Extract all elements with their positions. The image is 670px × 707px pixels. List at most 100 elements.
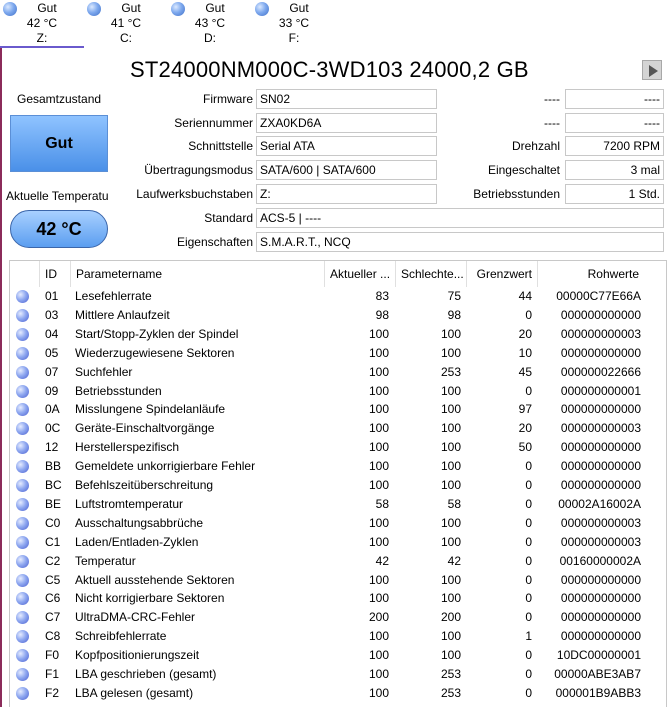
column-header-threshold[interactable]: Grenzwert: [467, 261, 538, 287]
table-row[interactable]: C5 Aktuell ausstehende Sektoren 100 100 0 000…: [10, 571, 666, 590]
drive-tab-0[interactable]: Gut 42 °C Z:: [0, 0, 84, 48]
attribute-status-icon: [16, 403, 29, 417]
placeholder-field-1[interactable]: ----: [565, 89, 664, 109]
attribute-status-icon: [16, 327, 29, 341]
attribute-worst: 100: [440, 421, 461, 436]
attribute-threshold: 97: [518, 402, 532, 417]
table-row[interactable]: C1 Laden/Entladen-Zyklen 100 100 0 0000000000…: [10, 533, 666, 552]
standard-field[interactable]: ACS-5 | ----: [256, 208, 664, 228]
attribute-current: 100: [368, 648, 389, 663]
attribute-name: Geräte-Einschaltvorgänge: [75, 421, 215, 436]
attribute-raw: 000000000003: [560, 515, 641, 530]
table-row[interactable]: 09 Betriebsstunden 100 100 0 000000000001: [10, 382, 666, 401]
power-on-hours-field[interactable]: 1 Std.: [565, 184, 664, 204]
attribute-name: Schreibfehlerrate: [75, 629, 167, 644]
attribute-id: F0: [45, 648, 60, 663]
attribute-current: 100: [368, 478, 389, 492]
table-row[interactable]: 0C Geräte-Einschaltvorgänge 100 100 20 000000…: [10, 419, 666, 438]
attribute-current: 100: [368, 515, 389, 530]
drive-tab-1[interactable]: Gut 41 °C C:: [84, 0, 168, 46]
attribute-worst: 100: [440, 534, 461, 549]
temperature-label: Aktuelle Temperatu: [6, 189, 109, 203]
column-header-status[interactable]: [10, 261, 40, 287]
attribute-name: LBA geschrieben (gesamt): [75, 667, 217, 681]
attribute-status-icon: [16, 535, 29, 549]
power-on-count-field[interactable]: 3 mal: [565, 160, 664, 180]
attribute-raw: 000000000003: [560, 326, 641, 341]
firmware-label: Firmware: [203, 92, 253, 106]
firmware-field[interactable]: SN02: [256, 89, 437, 109]
table-row[interactable]: F0 Kopfpositionierungszeit 100 100 0 10DC0000…: [10, 646, 666, 665]
temperature-button[interactable]: 42 °C: [10, 210, 108, 248]
attribute-threshold: 50: [518, 440, 532, 455]
column-header-name[interactable]: Parametername: [71, 261, 325, 287]
table-row[interactable]: C0 Ausschaltungsabbrüche 100 100 0 0000000000…: [10, 514, 666, 533]
attribute-threshold: 45: [518, 364, 532, 379]
table-row[interactable]: 12 Herstellerspezifisch 100 100 50 0000000000…: [10, 438, 666, 457]
attribute-status-icon: [16, 573, 29, 587]
drive-tab-2[interactable]: Gut 43 °C D:: [168, 0, 252, 46]
attribute-threshold: 0: [525, 667, 532, 681]
column-header-id[interactable]: ID: [40, 261, 71, 287]
attribute-current: 100: [368, 572, 389, 587]
table-row[interactable]: 01 Lesefehlerrate 83 75 44 00000C77E66A: [10, 287, 666, 306]
health-status-button[interactable]: Gut: [10, 115, 108, 172]
table-row[interactable]: 04 Start/Stopp-Zyklen der Spindel 100 100 20…: [10, 325, 666, 344]
attribute-raw: 000000000000: [560, 478, 641, 492]
table-row[interactable]: BC Befehlszeitüberschreitung 100 100 0 000000…: [10, 476, 666, 495]
drive-tab-3[interactable]: Gut 33 °C F:: [252, 0, 336, 46]
features-field[interactable]: S.M.A.R.T., NCQ: [256, 232, 664, 252]
attribute-id: C5: [45, 572, 61, 587]
table-row[interactable]: C7 UltraDMA-CRC-Fehler 200 200 0 000000000000: [10, 608, 666, 627]
attribute-name: Lesefehlerrate: [75, 289, 152, 303]
serial-field[interactable]: ZXA0KD6A: [256, 113, 437, 133]
attribute-id: 0C: [45, 421, 61, 436]
attribute-worst: 253: [440, 667, 461, 681]
attribute-raw: 00002A16002A: [558, 496, 641, 511]
attribute-name: Laden/Entladen-Zyklen: [75, 534, 199, 549]
attribute-name: LBA gelesen (gesamt): [75, 685, 194, 700]
table-row[interactable]: F2 LBA gelesen (gesamt) 100 253 0 000001B9ABB…: [10, 684, 666, 703]
next-drive-button[interactable]: [642, 60, 662, 80]
attribute-id: F2: [45, 685, 60, 700]
drive-letters-field[interactable]: Z:: [256, 184, 437, 204]
interface-field[interactable]: Serial ATA: [256, 136, 437, 156]
attribute-id: 05: [45, 345, 59, 360]
attribute-status-icon: [16, 611, 29, 625]
attribute-id: C8: [45, 629, 61, 644]
attribute-worst: 100: [440, 478, 461, 492]
table-row[interactable]: 0A Misslungene Spindelanläufe 100 100 97 0000…: [10, 400, 666, 419]
attribute-worst: 100: [440, 345, 461, 360]
rpm-field[interactable]: 7200 RPM: [565, 136, 664, 156]
attribute-name: Kopfpositionierungszeit: [75, 648, 200, 663]
attribute-worst: 100: [440, 383, 461, 398]
attribute-raw: 000000000003: [560, 421, 641, 436]
attribute-name: Nicht korrigierbare Sektoren: [75, 591, 225, 606]
attribute-worst: 100: [440, 572, 461, 587]
attribute-name: Suchfehler: [75, 364, 133, 379]
attribute-name: Ausschaltungsabbrüche: [75, 515, 204, 530]
table-row[interactable]: 05 Wiederzugewiesene Sektoren 100 100 10 0000…: [10, 344, 666, 363]
table-row[interactable]: C2 Temperatur 42 42 0 00160000002A: [10, 552, 666, 571]
transfer-mode-field[interactable]: SATA/600 | SATA/600: [256, 160, 437, 180]
health-status-label: Gesamtzustand: [17, 92, 102, 106]
drive-temperature: 43 °C: [194, 16, 226, 30]
attribute-name: Start/Stopp-Zyklen der Spindel: [75, 326, 239, 341]
placeholder-label-1: ----: [544, 92, 560, 106]
attribute-id: 01: [45, 289, 59, 303]
attribute-worst: 100: [440, 648, 461, 663]
table-row[interactable]: 03 Mittlere Anlaufzeit 98 98 0 000000000000: [10, 306, 666, 325]
table-row[interactable]: 07 Suchfehler 100 253 45 000000022666: [10, 363, 666, 382]
table-row[interactable]: F1 LBA geschrieben (gesamt) 100 253 0 00000AB…: [10, 665, 666, 684]
attribute-current: 100: [368, 345, 389, 360]
table-row[interactable]: C6 Nicht korrigierbare Sektoren 100 100 0 000…: [10, 589, 666, 608]
table-row[interactable]: C8 Schreibfehlerrate 100 100 1 000000000000: [10, 627, 666, 646]
attribute-worst: 253: [440, 685, 461, 700]
column-header-current[interactable]: Aktueller ...: [325, 261, 396, 287]
attribute-threshold: 44: [518, 289, 532, 303]
placeholder-field-2[interactable]: ----: [565, 113, 664, 133]
table-row[interactable]: BE Luftstromtemperatur 58 58 0 00002A16002A: [10, 495, 666, 514]
column-header-raw[interactable]: Rohwerte: [538, 261, 666, 287]
table-row[interactable]: BB Gemeldete unkorrigierbare Fehler 100 100…: [10, 457, 666, 476]
column-header-worst[interactable]: Schlechte...: [396, 261, 467, 287]
